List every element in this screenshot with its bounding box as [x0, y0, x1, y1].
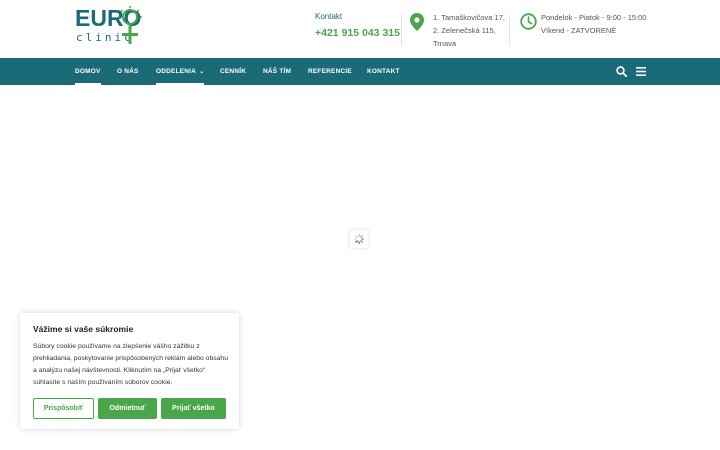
nav-item-nas-tim[interactable]: NÁŠ TÍM: [263, 58, 291, 85]
address-text: 1. Tamaškovičova 17, 2. Zelenečská 115, …: [433, 11, 505, 50]
nav-item-oddelenia-label: ODDELENIA: [156, 68, 197, 75]
address-line-2: 2. Zelenečská 115,: [433, 26, 496, 35]
reject-button[interactable]: Odmietnuť: [98, 398, 157, 419]
hours-weekdays: Pondelok - Piatok - 9:00 - 15:00: [541, 13, 647, 22]
nav-item-kontakt[interactable]: KONTAKT: [367, 58, 400, 85]
accept-all-button[interactable]: Prijať všetko: [161, 398, 226, 419]
contact-phone-link[interactable]: +421 915 043 315: [315, 25, 400, 41]
header-divider: [401, 14, 402, 46]
page-loader: [350, 230, 368, 248]
page: EURO clinic Kontakt +421 915 043 315 1. …: [0, 0, 720, 450]
nav-item-referencie[interactable]: REFERENCIE: [308, 58, 352, 85]
site-header: EURO clinic Kontakt +421 915 043 315 1. …: [0, 0, 720, 58]
search-icon[interactable]: [616, 66, 627, 77]
header-divider: [509, 14, 510, 46]
hours-weekend: Víkend - ZATVORENÉ: [541, 26, 617, 35]
opening-hours-text: Pondelok - Piatok - 9:00 - 15:00 Víkend …: [541, 11, 646, 37]
hamburger-menu-icon[interactable]: [636, 67, 646, 76]
nav-item-cennik[interactable]: CENNÍK: [220, 58, 246, 85]
nav-item-oddelenia[interactable]: ODDELENIA ⌄: [156, 58, 205, 85]
contact-block: Kontakt +421 915 043 315: [315, 11, 400, 41]
cookie-description: Súbory cookie používame na zlepšenie váš…: [33, 343, 228, 386]
logo-plus-sun-icon: [118, 6, 142, 44]
clock-icon: [520, 13, 537, 30]
main-navigation: DOMOV O NÁS ODDELENIA ⌄ CENNÍK NÁŠ TÍM RE…: [0, 58, 720, 85]
cookie-consent-banner: Vážime si vaše súkromie Súbory cookie po…: [20, 313, 239, 429]
spinner-icon: [353, 233, 365, 245]
address-line-1: 1. Tamaškovičova 17,: [433, 13, 505, 22]
nav-item-domov[interactable]: DOMOV: [75, 58, 101, 85]
chevron-down-icon: ⌄: [199, 69, 205, 75]
cookie-title: Vážime si vaše súkromie: [33, 324, 134, 334]
nav-item-o-nas[interactable]: O NÁS: [117, 58, 139, 85]
logo[interactable]: EURO clinic: [75, 5, 147, 47]
address-line-3: Trnava: [433, 39, 457, 48]
contact-label: Kontakt: [315, 12, 343, 21]
map-pin-icon: [410, 13, 424, 31]
customize-button[interactable]: Prispôsobiť: [33, 398, 94, 419]
